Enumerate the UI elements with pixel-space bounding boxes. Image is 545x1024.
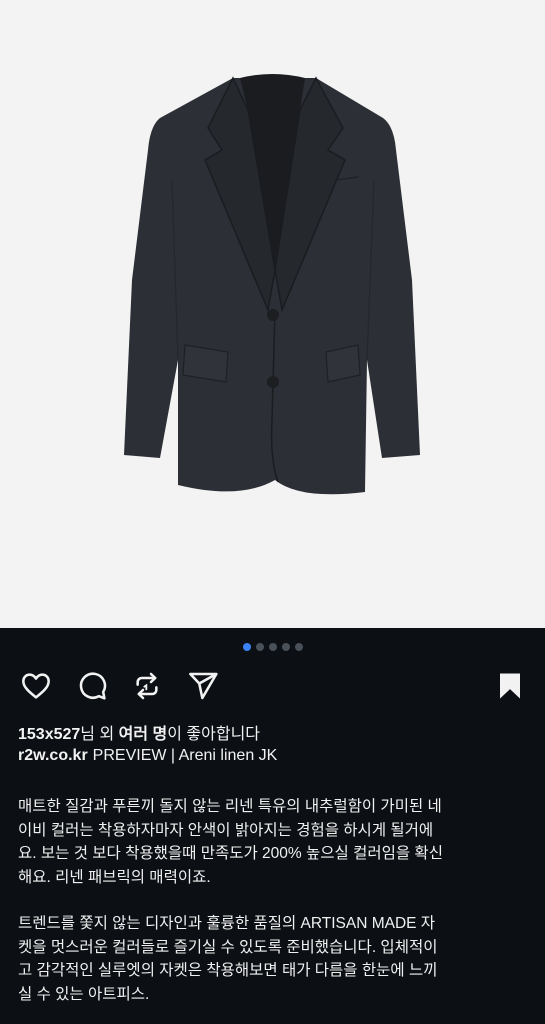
save-button[interactable] xyxy=(490,666,530,706)
liker-username[interactable]: 153x527 xyxy=(18,726,80,743)
comment-button[interactable] xyxy=(72,666,112,706)
like-button[interactable] xyxy=(16,666,56,706)
jacket-illustration xyxy=(124,74,420,495)
carousel-dot xyxy=(255,643,264,651)
description-line: 요. 보는 것 보다 착용했을때 만족도가 200% 높으실 컬러임을 확신 xyxy=(18,845,443,862)
likes-others-link[interactable]: 여러 명 xyxy=(119,726,168,743)
repost-icon xyxy=(136,672,158,700)
description-line: 이비 컬러는 착용하자마자 안색이 밝아지는 경험을 하시게 될거에 xyxy=(18,821,434,839)
post-image[interactable] xyxy=(0,0,545,628)
carousel-dot xyxy=(268,643,277,651)
bookmark-icon xyxy=(500,673,520,699)
description-line: 트렌드를 쫓지 않는 디자인과 훌륭한 품질의 ARTISAN MADE 자 xyxy=(18,915,436,932)
caption-title: PREVIEW | Areni linen JK xyxy=(92,747,278,764)
action-bar xyxy=(0,666,545,706)
repost-button[interactable] xyxy=(127,666,167,706)
likes-suffix-text: 이 좋아합니다 xyxy=(167,726,261,743)
description-line: 고 감각적인 실루엣의 자켓은 착용해보면 태가 다름을 한눈에 느끼 xyxy=(18,962,438,979)
heart-icon xyxy=(22,673,50,699)
description-line: 실 수 있는 아트피스. xyxy=(18,985,150,1003)
description-line: 매트한 질감과 푸른끼 돌지 않는 리넨 특유의 내추럴함이 가미된 네 xyxy=(18,798,442,815)
description-paragraph-1: 매트한 질감과 푸른끼 돌지 않는 리넨 특유의 내추럴함이 가미된 네 이비 … xyxy=(18,795,530,889)
comment-icon xyxy=(79,672,107,700)
likes-summary: 153x527님 외 여러 명이 좋아합니다 xyxy=(18,720,260,744)
caption-header: r2w.co.kr PREVIEW | Areni linen JK xyxy=(18,747,277,765)
description-paragraph-2: 트렌드를 쫓지 않는 디자인과 훌륭한 품질의 ARTISAN MADE 자 켓… xyxy=(18,912,530,1006)
carousel-dot-active xyxy=(242,643,251,651)
description-line: 켓을 멋스러운 컬러들로 즐기실 수 있도록 준비했습니다. 입체적이 xyxy=(18,938,438,956)
send-icon xyxy=(189,672,218,700)
carousel-indicator xyxy=(0,643,545,651)
carousel-dot xyxy=(294,643,303,651)
carousel-dot xyxy=(281,643,290,651)
likes-middle-text: 님 외 xyxy=(80,726,119,743)
description-line: 해요. 리넨 패브릭의 매력이죠. xyxy=(18,868,211,886)
post-author-username[interactable]: r2w.co.kr xyxy=(18,747,88,764)
share-button[interactable] xyxy=(183,666,223,706)
